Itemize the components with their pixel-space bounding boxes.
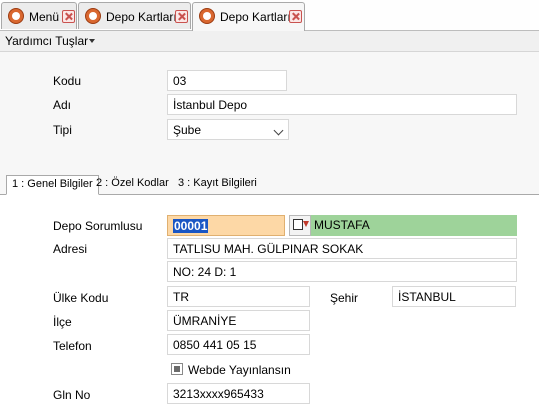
tab-kayit-bilgileri[interactable]: 3 : Kayıt Bilgileri (173, 175, 262, 194)
tab-depo-kartlari-1[interactable]: Depo Kartları (78, 2, 191, 29)
type-label: Tipi (53, 123, 72, 137)
close-icon[interactable] (62, 10, 75, 23)
arrow-down-icon (303, 221, 309, 227)
manager-name-field: MUSTAFA (311, 215, 517, 236)
detail-tabs: 1 : Genel Bilgiler 2 : Özel Kodlar 3 : K… (0, 175, 539, 195)
manager-label: Depo Sorumlusu (53, 219, 143, 233)
app-logo-icon (8, 8, 24, 24)
city-label: Şehir (330, 291, 359, 305)
manager-code-input[interactable]: 00001 (167, 215, 285, 236)
tab-bar: Menü Depo Kartları Depo Kartları (0, 0, 539, 31)
district-input[interactable]: ÜMRANİYE (167, 310, 310, 331)
address-label: Adresi (53, 242, 88, 256)
tab-menu[interactable]: Menü (1, 2, 77, 29)
close-icon[interactable] (289, 10, 302, 23)
tab-label: Depo Kartları (106, 10, 177, 24)
helper-toolbar: Yardımcı Tuşlar (0, 31, 539, 52)
app-logo-icon (199, 8, 215, 24)
code-label: Kodu (53, 74, 82, 88)
gln-label: Gln No (53, 388, 91, 402)
country-label: Ülke Kodu (53, 291, 109, 305)
publish-web-checkbox[interactable] (171, 363, 183, 375)
name-label: Adı (53, 98, 72, 112)
country-input[interactable]: TR (167, 286, 310, 307)
address-line2-input[interactable]: NO: 24 D: 1 (167, 261, 517, 282)
helper-keys-menu[interactable]: Yardımcı Tuşlar (5, 34, 88, 48)
city-input[interactable]: İSTANBUL (392, 286, 516, 307)
tab-ozel-kodlar[interactable]: 2 : Özel Kodlar (91, 175, 174, 194)
tab-label: Menü (29, 10, 60, 24)
district-label: İlçe (53, 315, 72, 329)
lookup-button[interactable] (289, 215, 311, 236)
close-icon[interactable] (175, 10, 188, 23)
tab-label: Depo Kartları (220, 10, 291, 24)
gln-input[interactable]: 3213xxxx965433 (167, 383, 310, 404)
chevron-down-icon[interactable] (89, 39, 95, 43)
lookup-icon (293, 219, 303, 230)
name-input[interactable]: İstanbul Depo (167, 94, 517, 115)
tab-depo-kartlari-2[interactable]: Depo Kartları (192, 2, 305, 31)
type-select[interactable]: Şube (167, 119, 289, 140)
address-line1-input[interactable]: TATLISU MAH. GÜLPINAR SOKAK (167, 238, 517, 259)
manager-code-value: 00001 (173, 219, 209, 233)
code-input[interactable]: 03 (167, 70, 287, 91)
chevron-down-icon[interactable] (273, 125, 284, 136)
phone-label: Telefon (53, 339, 92, 353)
app-logo-icon (85, 8, 101, 24)
type-select-value: Şube (173, 123, 202, 137)
publish-web-label: Webde Yayınlansın (188, 363, 291, 377)
phone-input[interactable]: 0850 441 05 15 (167, 334, 310, 355)
tab-genel-bilgiler[interactable]: 1 : Genel Bilgiler (6, 175, 99, 195)
